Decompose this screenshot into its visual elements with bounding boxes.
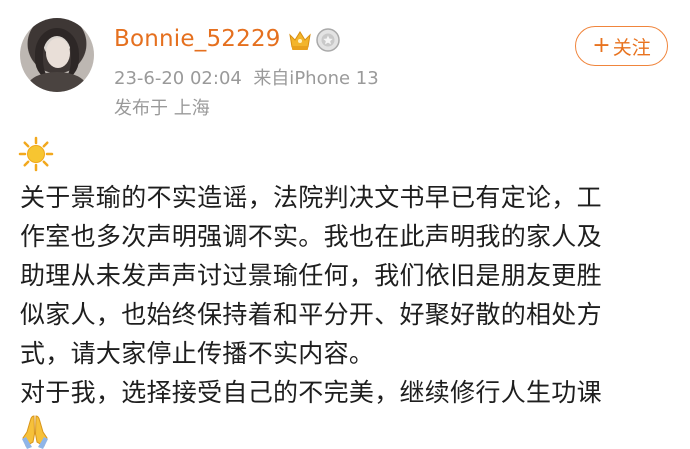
post-meta: 23-6-20 02:04 来自iPhone 13: [114, 64, 379, 90]
post-timestamp: 23-6-20 02:04: [114, 68, 242, 89]
medal-icon: [316, 28, 340, 52]
username[interactable]: Bonnie_52229: [114, 26, 281, 52]
crown-icon: [289, 31, 311, 50]
plus-icon: +: [592, 33, 611, 58]
post-line: 式，请大家停止传播不实内容。: [20, 339, 375, 368]
pray-icon: [22, 415, 48, 449]
sun-icon: [18, 136, 54, 172]
avatar-shoulder: [28, 72, 86, 92]
post-source: 来自iPhone 13: [253, 68, 379, 89]
post-line: 关于景瑜的不实造谣，法院判决文书早已有定论，工: [20, 183, 602, 212]
avatar[interactable]: [20, 18, 94, 92]
post-line: 作室也多次声明强调不实。我也在此声明我的家人及: [20, 222, 602, 251]
follow-button[interactable]: + 关注: [575, 26, 668, 66]
post-line: 助理从未发声声讨过景瑜任何，我们依旧是朋友更胜: [20, 261, 602, 290]
post-body: 关于景瑜的不实造谣，法院判决文书早已有定论，工 作室也多次声明强调不实。我也在此…: [20, 178, 682, 412]
avatar-face: [46, 38, 70, 68]
post-location: 发布于 上海: [114, 98, 210, 119]
follow-label: 关注: [612, 36, 651, 59]
post-line: 似家人，也始终保持着和平分开、好聚好散的相处方: [20, 300, 602, 329]
post-line: 对于我，选择接受自己的不完美，继续修行人生功课: [20, 378, 602, 407]
